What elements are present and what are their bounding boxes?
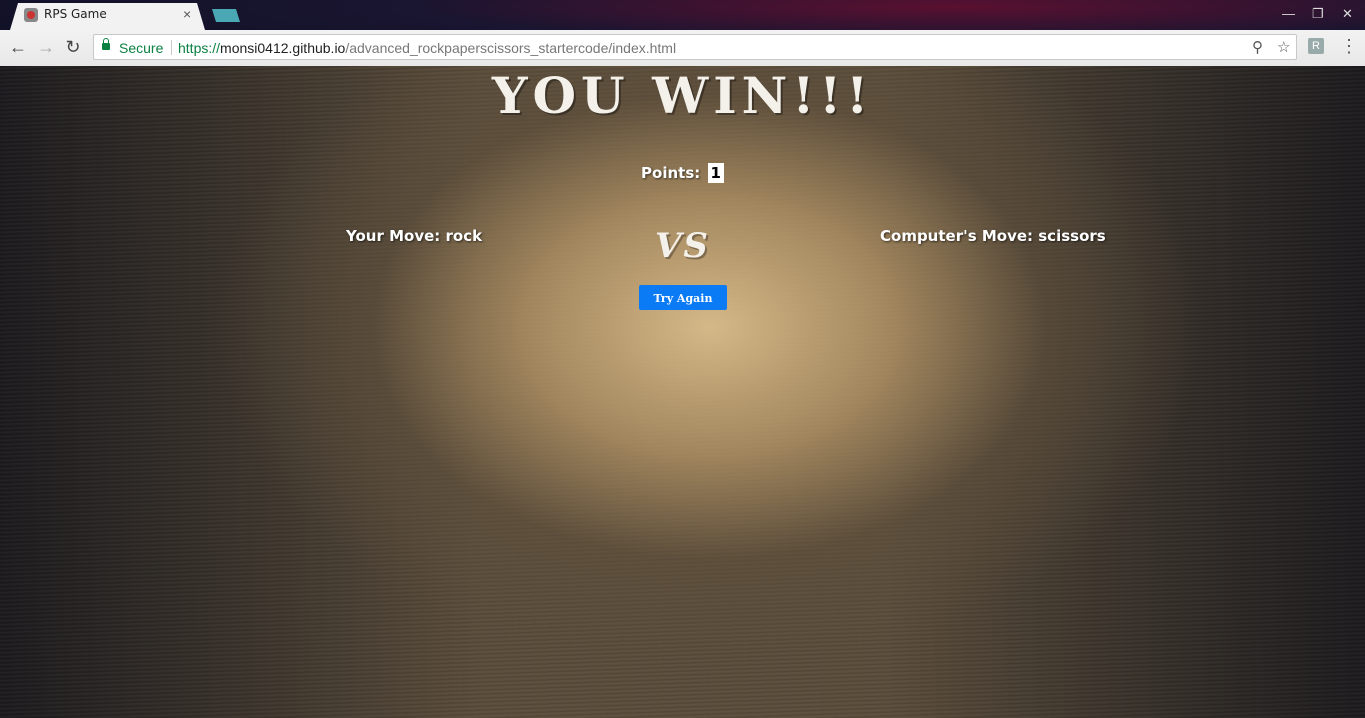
extension-icon[interactable]: R <box>1308 38 1324 54</box>
browser-frame: RPS Game × — ❐ ✕ ← → ↻ Secure https://mo… <box>0 0 1365 67</box>
reload-icon[interactable]: ↻ <box>63 37 83 57</box>
points-value: 1 <box>707 163 724 183</box>
bookmark-star-icon[interactable]: ☆ <box>1277 38 1290 56</box>
browser-toolbar: ← → ↻ Secure https://monsi0412.github.io… <box>0 30 1365 67</box>
address-bar[interactable]: Secure https://monsi0412.github.io/advan… <box>93 34 1297 60</box>
game-page: YOU WIN!!! Points: 1 Your Move: rock VS … <box>0 66 1365 718</box>
window-close-icon[interactable]: ✕ <box>1342 6 1353 22</box>
minimize-icon[interactable]: — <box>1282 6 1295 21</box>
omnibox-divider <box>171 40 172 55</box>
back-icon[interactable]: ← <box>8 37 28 57</box>
lock-icon <box>102 38 110 50</box>
try-again-button[interactable]: Try Again <box>639 285 727 310</box>
tab-title: RPS Game <box>44 7 107 21</box>
close-tab-icon[interactable]: × <box>183 6 191 22</box>
url-host: monsi0412.github.io <box>220 40 346 56</box>
vs-label: VS <box>655 226 710 266</box>
points-row: Points: 1 <box>0 163 1365 183</box>
menu-icon[interactable]: ⋮ <box>1340 36 1358 56</box>
url-scheme: https:// <box>178 40 221 56</box>
points-label: Points: <box>641 164 701 182</box>
computer-move: Computer's Move: scissors <box>880 227 1106 245</box>
tab-strip: RPS Game × — ❐ ✕ <box>0 0 1365 30</box>
url-path: /advanced_rockpaperscissors_startercode/… <box>345 40 677 56</box>
url-text[interactable]: https://monsi0412.github.io/advanced_roc… <box>178 40 676 56</box>
restore-icon[interactable]: ❐ <box>1312 6 1324 22</box>
forward-icon[interactable]: → <box>36 37 56 57</box>
new-tab-button[interactable] <box>212 9 240 22</box>
secure-label: Secure <box>119 40 164 56</box>
favicon-icon <box>24 8 38 22</box>
zoom-icon[interactable]: ⚲ <box>1252 38 1263 56</box>
result-title: YOU WIN!!! <box>491 66 874 125</box>
tab-rps-game[interactable] <box>10 3 205 30</box>
